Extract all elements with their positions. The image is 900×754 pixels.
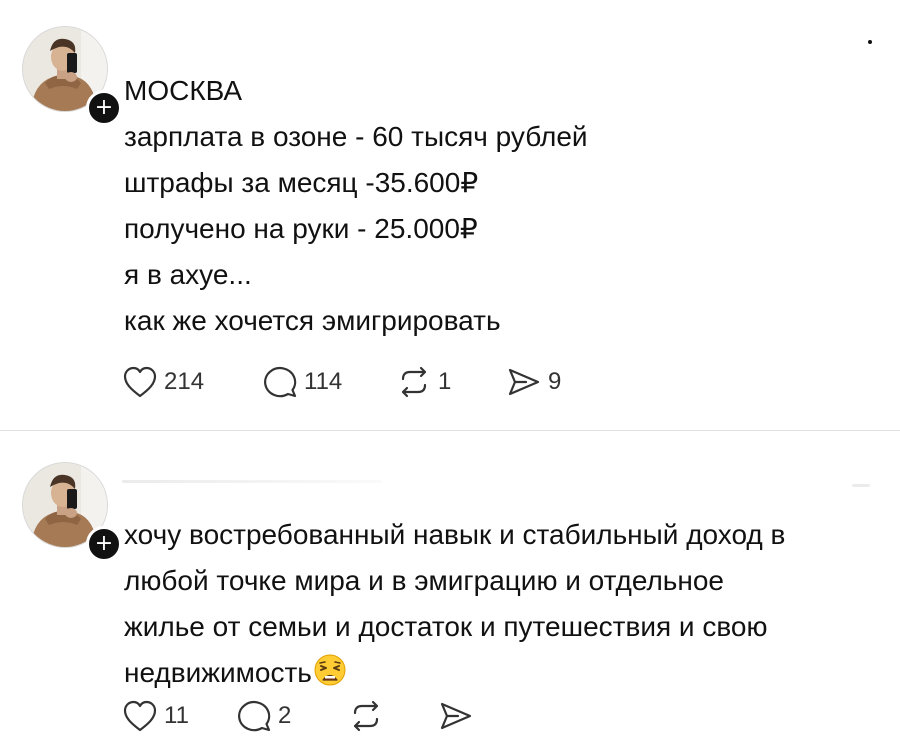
post-text: хочу востребованный навык и стабильный д… [124,512,870,700]
more-icon[interactable] [852,484,870,487]
like-count: 11 [164,702,189,729]
post-2: + хочу востребованный навык и стабильный… [0,432,900,754]
post-line: штрафы за месяц -35.600₽ [124,167,479,198]
repost-icon [401,366,427,398]
follow-plus-icon[interactable]: + [86,90,122,126]
repost-icon [353,700,379,732]
repost-button[interactable] [348,699,438,733]
post-line: зарплата в озоне - 60 тысяч рублей [124,121,588,152]
post-line: недвижимость [124,657,312,688]
like-button[interactable]: 11 [122,699,236,733]
like-button[interactable]: 214 [122,365,262,399]
post-line: я в ахуе... [124,259,252,290]
post-divider [0,430,900,431]
reply-count: 2 [278,702,292,729]
avatar-wrap: + [22,462,122,562]
share-icon [440,702,472,730]
post-line: хочу востребованный навык и стабильный д… [124,519,786,550]
heart-icon [123,700,157,732]
action-bar: 214 114 1 9 [122,362,561,402]
share-button[interactable] [438,699,474,733]
post-line-last: недвижимость [124,650,870,700]
post-line: любой точке мира и в эмиграцию и отдельн… [124,565,725,596]
repost-count: 1 [438,368,452,395]
reply-button[interactable]: 114 [262,365,396,399]
username-faded [122,480,382,483]
share-button[interactable]: 9 [506,365,561,399]
heart-icon [123,366,157,398]
post-text: МОСКВА зарплата в озоне - 60 тысяч рубле… [124,68,870,344]
avatar-wrap: + [22,26,122,126]
post-line: жилье от семьи и достаток и путешествия … [124,611,768,642]
post-city: МОСКВА [124,75,243,106]
share-icon [508,368,540,396]
share-count: 9 [548,368,562,395]
like-count: 214 [164,368,205,395]
repost-button[interactable]: 1 [396,365,506,399]
comment-icon [238,701,271,732]
post-line: получено на руки - 25.000₽ [124,213,478,244]
follow-plus-icon[interactable]: + [86,526,122,562]
post-1: + МОСКВА зарплата в озоне - 60 тысяч руб… [0,0,900,430]
action-bar: 11 2 [122,696,474,736]
reply-count: 114 [304,368,343,395]
comment-icon [264,367,297,398]
post-line: как же хочется эмигрировать [124,305,501,336]
reply-button[interactable]: 2 [236,699,348,733]
more-icon[interactable] [868,40,872,44]
weary-face-emoji [314,654,346,700]
